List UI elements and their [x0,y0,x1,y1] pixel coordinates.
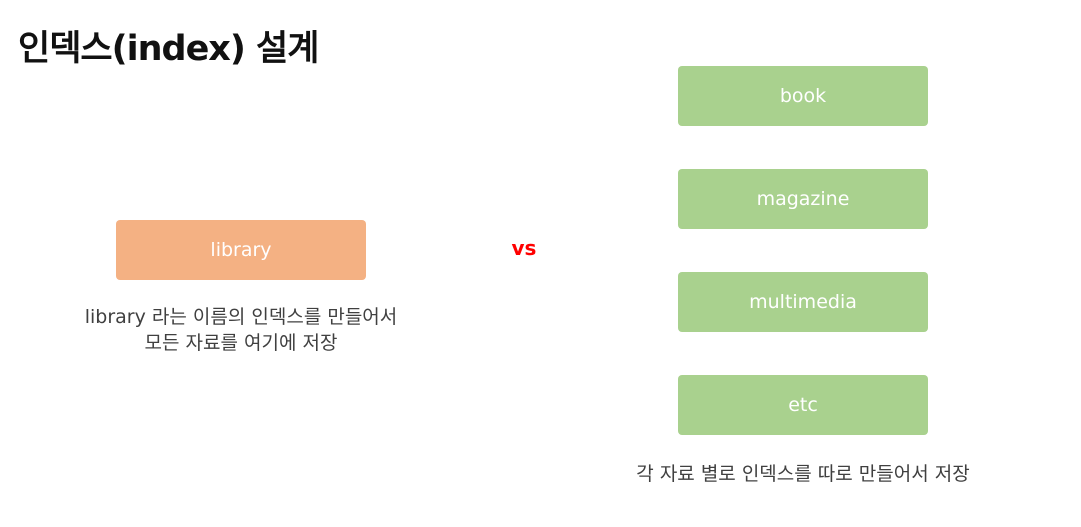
index-box-etc: etc [678,375,928,435]
index-box-label: multimedia [749,291,857,313]
index-box-library: library [116,220,366,280]
index-box-label: book [779,85,827,107]
left-caption-line-1: library 라는 이름의 인덱스를 만들어서 [84,306,398,328]
index-box-multimedia: multimedia [678,272,928,332]
index-box-label: etc [788,394,818,416]
index-box-book: book [678,66,928,126]
index-box-magazine: magazine [678,169,928,229]
left-caption-line-2: 모든 자료를 여기에 저장 [144,332,338,354]
page-title: 인덱스(index) 설계 [18,29,319,69]
index-box-label: magazine [756,188,850,210]
index-box-label: library [210,239,272,261]
right-caption: 각 자료 별로 인덱스를 따로 만들어서 저장 [636,463,970,485]
left-caption: library 라는 이름의 인덱스를 만들어서 모든 자료를 여기에 저장 [60,304,422,356]
versus-label: vs [511,236,537,260]
